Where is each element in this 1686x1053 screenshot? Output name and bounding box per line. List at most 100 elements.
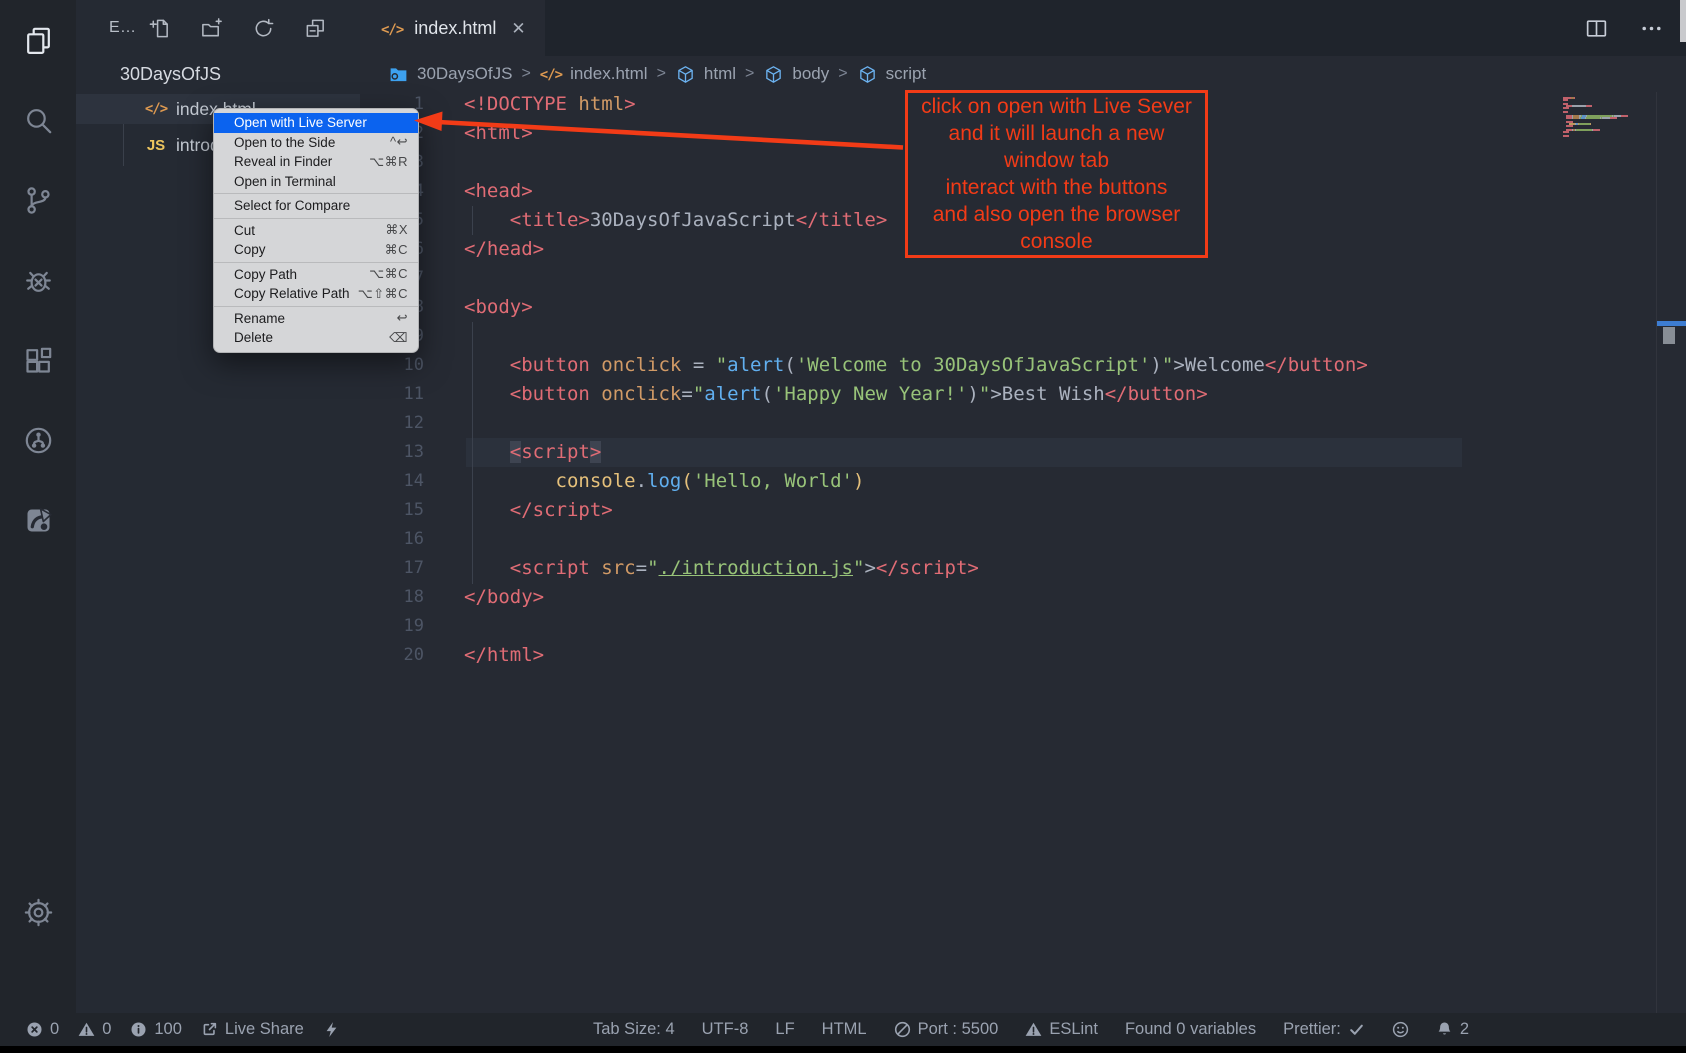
status-prettier[interactable]: Prettier: <box>1283 1020 1365 1039</box>
smiley-icon <box>1392 1021 1409 1038</box>
status-tab-size-4[interactable]: Tab Size: 4 <box>593 1020 675 1039</box>
status-label: Tab Size: 4 <box>593 1020 675 1039</box>
status-bar: 00 100 Live Share Tab Size: 4 UTF-8 LF HTML Po… <box>0 1013 1686 1046</box>
code-line-18: 18</body> <box>360 583 1686 612</box>
menu-item-label: Copy Relative Path <box>234 286 350 301</box>
code-text: <script> <box>464 438 601 467</box>
menu-item-copy[interactable]: Copy⌘C <box>214 240 418 260</box>
status-live-share[interactable]: Live Share <box>201 1020 304 1039</box>
activity-source-control-icon[interactable] <box>0 160 76 240</box>
breadcrumb-html[interactable]: html <box>675 64 736 85</box>
overview-scroll-marker[interactable] <box>1663 327 1675 344</box>
code-line-13: 13 <script> <box>360 438 1686 467</box>
tab-index-html[interactable]: </> index.html ✕ <box>360 0 545 56</box>
status-label: LF <box>775 1020 794 1039</box>
minimap-line <box>1563 135 1655 137</box>
breadcrumb-label: index.html <box>570 64 647 84</box>
files-icon <box>22 24 55 57</box>
menu-item-select-for-compare[interactable]: Select for Compare <box>214 196 418 216</box>
menu-item-shortcut: ⌥⌘R <box>369 154 408 170</box>
activity-gear-icon[interactable] <box>0 872 76 952</box>
activity-search-icon[interactable] <box>0 80 76 160</box>
status-label: 0 <box>50 1020 59 1039</box>
status-0[interactable]: 0 <box>78 1020 111 1039</box>
menu-item-shortcut: ^↩ <box>390 134 408 150</box>
menu-item-cut[interactable]: Cut⌘X <box>214 221 418 241</box>
status-bar-left: 00 100 Live Share <box>26 1013 340 1046</box>
menu-item-rename[interactable]: Rename↩ <box>214 309 418 329</box>
status-100[interactable]: 100 <box>130 1020 182 1039</box>
activity-extensions-icon[interactable] <box>0 320 76 400</box>
breadcrumb-30daysofjs[interactable]: 30DaysOfJS <box>388 64 512 85</box>
editor-actions <box>1584 0 1664 56</box>
status-lf[interactable]: LF <box>775 1020 794 1039</box>
collapse-all-icon[interactable] <box>304 17 327 40</box>
status-label: ESLint <box>1049 1020 1098 1039</box>
status-label: UTF-8 <box>702 1020 749 1039</box>
annotation-line: click on open with Live Sever <box>908 93 1205 120</box>
minimap[interactable] <box>1563 97 1655 137</box>
new-folder-icon[interactable] <box>200 17 223 40</box>
status-found-0-variables[interactable]: Found 0 variables <box>1125 1020 1256 1039</box>
status-eslint[interactable]: ESLint <box>1025 1020 1098 1039</box>
extensions-icon <box>22 344 55 377</box>
code-text: <html> <box>464 119 533 148</box>
code-line-19: 19 <box>360 612 1686 641</box>
activity-files-icon[interactable] <box>0 0 76 80</box>
explorer-title: E… <box>109 19 136 37</box>
breadcrumb-separator: > <box>657 65 666 83</box>
status-html[interactable]: HTML <box>822 1020 867 1039</box>
code-line-20: 20</html> <box>360 641 1686 670</box>
breadcrumb-label: script <box>886 64 927 84</box>
status-bar-right: Tab Size: 4 UTF-8 LF HTML Port : 5500 ESLint F… <box>593 1013 1469 1046</box>
status-label: 2 <box>1460 1020 1469 1039</box>
status-smiley-icon[interactable] <box>1392 1021 1409 1038</box>
menu-item-shortcut: ⌘X <box>385 222 408 238</box>
activity-debug-icon[interactable] <box>0 240 76 320</box>
bottom-black-strip <box>0 1046 1686 1053</box>
ellipsis-icon[interactable] <box>1639 16 1664 41</box>
breadcrumb-body[interactable]: body <box>763 64 829 85</box>
status-label: HTML <box>822 1020 867 1039</box>
status-bolt-icon[interactable] <box>323 1021 340 1038</box>
code-line-17: 17 <script src="./introduction.js"></scr… <box>360 554 1686 583</box>
refresh-icon[interactable] <box>252 17 275 40</box>
menu-item-label: Select for Compare <box>234 198 350 213</box>
bolt-icon <box>323 1021 340 1038</box>
breadcrumb-script[interactable]: script <box>857 64 927 85</box>
share-icon <box>22 504 55 537</box>
status-utf-8[interactable]: UTF-8 <box>702 1020 749 1039</box>
code-line-9: 9 <box>360 322 1686 351</box>
menu-item-reveal-in-finder[interactable]: Reveal in Finder⌥⌘R <box>214 152 418 172</box>
tab-close-icon[interactable]: ✕ <box>511 18 525 39</box>
line-number: 15 <box>360 496 424 525</box>
breadcrumb-separator: > <box>745 65 754 83</box>
slash-circle-icon <box>894 1021 911 1038</box>
tree-root-folder[interactable]: 30DaysOfJS <box>76 59 360 90</box>
code-text: <title>30DaysOfJavaScript</title> <box>464 206 887 235</box>
tab-strip: </> index.html ✕ <box>360 0 1686 56</box>
split-icon[interactable] <box>1584 16 1609 41</box>
breadcrumb-index-html[interactable]: </>index.html <box>540 64 648 84</box>
menu-item-copy-relative-path[interactable]: Copy Relative Path⌥⇧⌘C <box>214 284 418 304</box>
menu-item-open-in-terminal[interactable]: Open in Terminal <box>214 172 418 192</box>
status-port-5500[interactable]: Port : 5500 <box>894 1020 999 1039</box>
menu-item-open-to-the-side[interactable]: Open to the Side^↩ <box>214 133 418 153</box>
new-file-icon[interactable] <box>148 17 171 40</box>
line-number: 17 <box>360 554 424 583</box>
cube-icon <box>675 64 696 85</box>
scrollbar-thumb[interactable] <box>1680 0 1686 42</box>
menu-item-open-with-live-server[interactable]: Open with Live Server <box>214 113 418 133</box>
status-label: Live Share <box>225 1020 304 1039</box>
menu-item-copy-path[interactable]: Copy Path⌥⌘C <box>214 265 418 285</box>
circle-branch-icon <box>22 424 55 457</box>
activity-circle-branch-icon[interactable] <box>0 400 76 480</box>
status-2[interactable]: 2 <box>1436 1020 1469 1039</box>
status-0[interactable]: 0 <box>26 1020 59 1039</box>
menu-item-delete[interactable]: Delete⌫ <box>214 328 418 348</box>
line-number: 16 <box>360 525 424 554</box>
html-icon: </> <box>144 101 168 117</box>
activity-share-icon[interactable] <box>0 480 76 560</box>
js-icon: JS <box>144 137 168 154</box>
warning-icon <box>78 1021 95 1038</box>
